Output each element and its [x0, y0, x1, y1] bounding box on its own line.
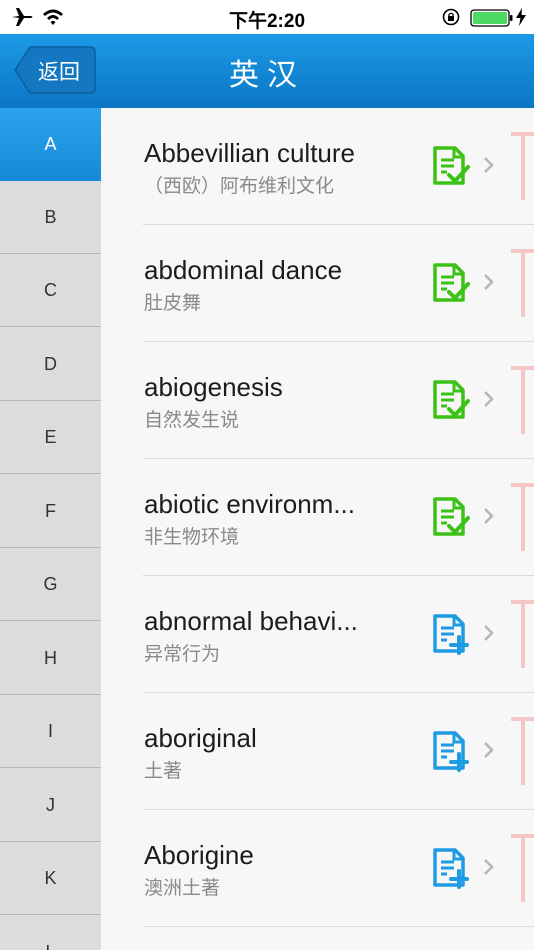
alphabet-item-d[interactable]: D	[0, 328, 101, 401]
word-meaning: （西欧）阿布维利文化	[144, 175, 335, 197]
word-text: abnormal behavi...	[144, 606, 358, 636]
learned-check-icon[interactable]	[432, 496, 470, 538]
navigation-bar: 返回 英汉	[0, 34, 534, 108]
word-text: Aborigine	[144, 840, 254, 870]
edge-marker	[511, 717, 534, 785]
edge-marker	[511, 483, 534, 551]
row-divider	[143, 926, 534, 927]
word-meaning: 自然发生说	[144, 409, 240, 431]
alphabet-item-l[interactable]: L	[0, 916, 101, 950]
alphabet-item-e[interactable]: E	[0, 401, 101, 474]
alphabet-item-i[interactable]: I	[0, 695, 101, 768]
word-row[interactable]: abdominal dance 肚皮舞	[101, 225, 534, 342]
alphabet-item-j[interactable]: J	[0, 769, 101, 842]
word-meaning: 肚皮舞	[144, 292, 202, 314]
edge-marker	[511, 600, 534, 668]
word-meaning: 土著	[144, 760, 183, 782]
word-row[interactable]: Aborigine 澳洲土著	[101, 810, 534, 927]
learned-check-icon[interactable]	[432, 262, 470, 304]
battery-icon	[470, 9, 513, 27]
chevron-right-icon	[484, 625, 494, 641]
charging-bolt-icon	[516, 8, 526, 26]
status-bar: 下午2:20	[0, 0, 534, 34]
edge-marker	[511, 132, 534, 200]
word-text: abdominal dance	[144, 255, 343, 285]
chevron-right-icon	[484, 274, 494, 290]
add-note-icon[interactable]	[432, 613, 470, 655]
alphabet-item-k[interactable]: K	[0, 842, 101, 915]
word-text: abiotic environm...	[144, 489, 355, 519]
chevron-right-icon	[484, 508, 494, 524]
rotation-lock-icon	[442, 8, 460, 26]
word-row[interactable]: Abbevillian culture （西欧）阿布维利文化	[101, 108, 534, 225]
edge-marker	[511, 834, 534, 902]
page-title: 英汉	[229, 58, 305, 93]
word-row[interactable]: abiotic environm... 非生物环境	[101, 459, 534, 576]
edge-marker	[511, 366, 534, 434]
alphabet-item-c[interactable]: C	[0, 254, 101, 327]
word-text: aboriginal	[144, 723, 257, 753]
word-meaning: 非生物环境	[144, 526, 240, 548]
add-note-icon[interactable]	[432, 730, 470, 772]
chevron-right-icon	[484, 391, 494, 407]
chevron-right-icon	[484, 157, 494, 173]
word-text: abiogenesis	[144, 372, 283, 402]
alphabet-item-h[interactable]: H	[0, 622, 101, 695]
add-note-icon[interactable]	[432, 847, 470, 889]
word-row[interactable]: aboriginal 土著	[101, 693, 534, 810]
alphabet-item-f[interactable]: F	[0, 475, 101, 548]
word-list: Abbevillian culture （西欧）阿布维利文化 abdominal…	[101, 108, 534, 950]
learned-check-icon[interactable]	[432, 379, 470, 421]
word-text: Abbevillian culture	[144, 138, 356, 168]
alphabet-item-g[interactable]: G	[0, 548, 101, 621]
learned-check-icon[interactable]	[432, 145, 470, 187]
chevron-right-icon	[484, 859, 494, 875]
alphabet-item-b[interactable]: B	[0, 181, 101, 254]
alphabet-index: A B C D E F G H I J K L	[0, 108, 109, 950]
alphabet-item-a[interactable]: A	[0, 108, 101, 181]
word-meaning: 澳洲土著	[144, 877, 221, 899]
word-meaning: 异常行为	[144, 643, 221, 665]
word-row[interactable]: abnormal behavi... 异常行为	[101, 576, 534, 693]
edge-marker	[511, 249, 534, 317]
word-row[interactable]: abiogenesis 自然发生说	[101, 342, 534, 459]
chevron-right-icon	[484, 742, 494, 758]
